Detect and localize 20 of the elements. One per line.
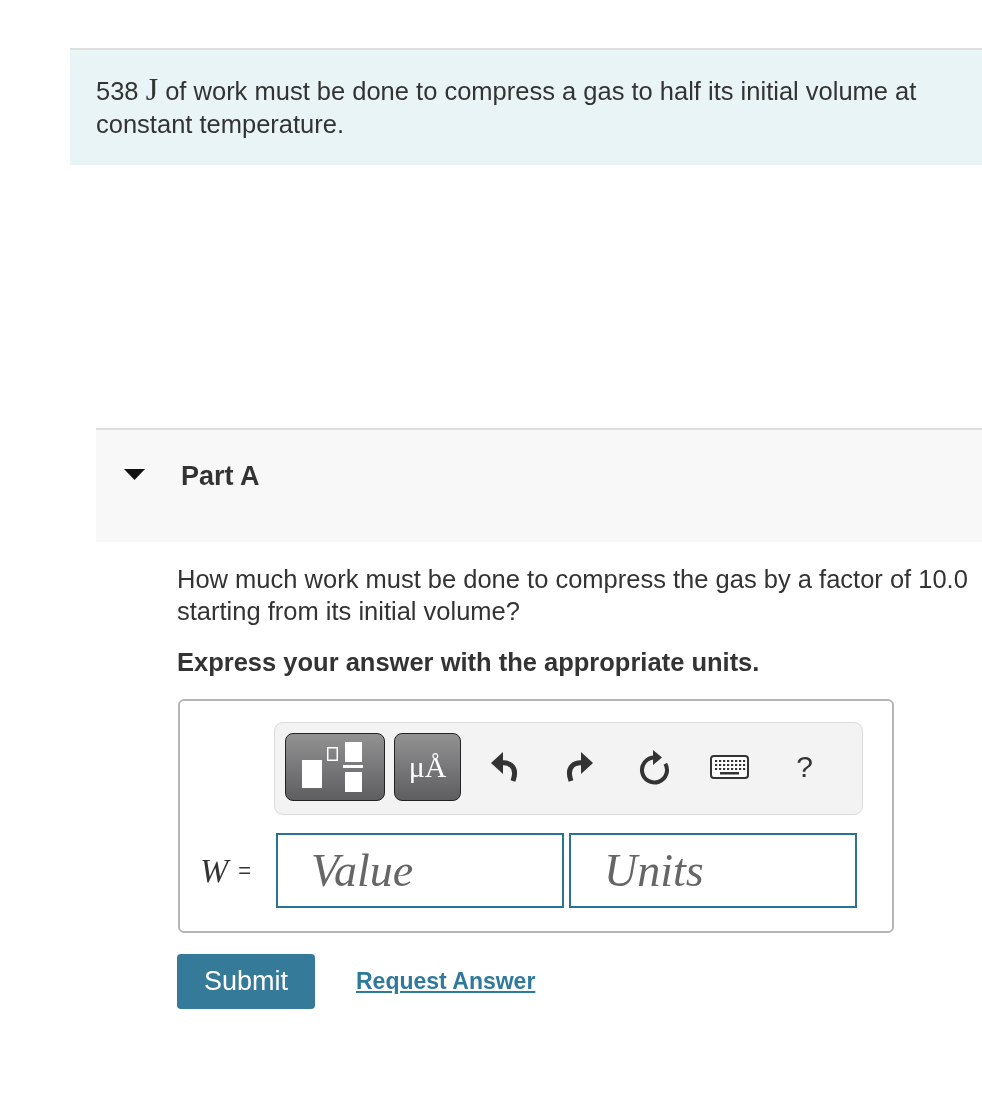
- variable-symbol: W: [200, 850, 229, 891]
- caret-icon[interactable]: [124, 469, 145, 480]
- reset-icon[interactable]: [638, 748, 671, 785]
- templates-button[interactable]: [285, 732, 385, 801]
- value-field[interactable]: Value: [276, 833, 564, 908]
- request-answer-link[interactable]: Request Answer: [356, 968, 536, 995]
- question-text: How much work must be done to compress the gas by a factor of 10.0 starting from its initial volume?: [177, 564, 969, 627]
- equals-sign: =: [238, 856, 252, 885]
- undo-icon[interactable]: [491, 751, 518, 782]
- keyboard-icon[interactable]: [710, 754, 749, 779]
- redo-icon[interactable]: [566, 751, 593, 782]
- problem-statement: 538 J of work must be done to compress a gas to half its initial volume at constant temperature.: [96, 75, 918, 140]
- part-header[interactable]: Part A: [96, 428, 982, 542]
- help-button[interactable]: ?: [796, 749, 813, 784]
- part-title: Part A: [181, 460, 260, 492]
- submit-button[interactable]: Submit: [177, 954, 315, 1009]
- instruction-text: Express your answer with the appropriate units.: [177, 647, 761, 678]
- template-icon: [301, 741, 363, 792]
- units-field[interactable]: Units: [569, 833, 857, 908]
- symbols-button[interactable]: μÅ: [394, 732, 461, 801]
